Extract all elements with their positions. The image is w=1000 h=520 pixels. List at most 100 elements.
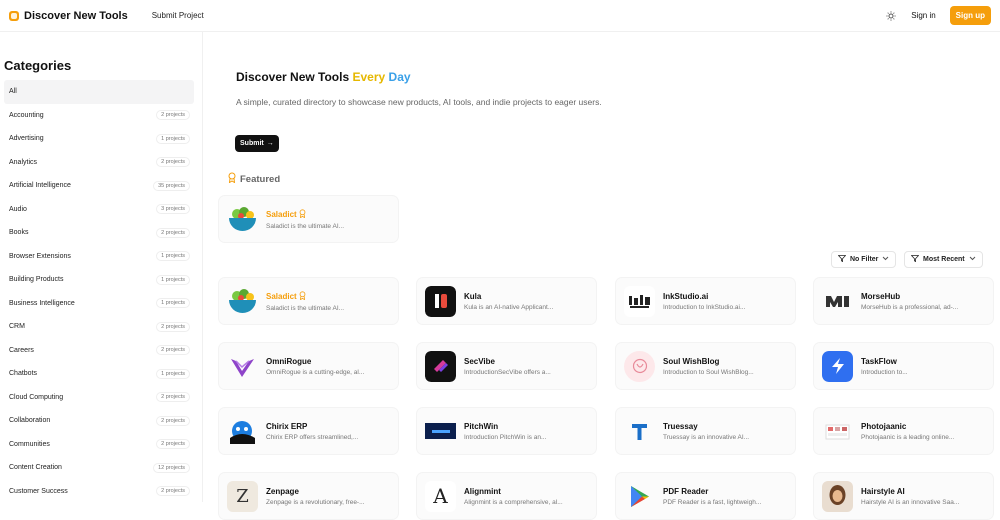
sidebar-item-count: 2 projects bbox=[156, 110, 190, 121]
tool-card[interactable]: MorseHub MorseHub is a professional, ad-.… bbox=[813, 277, 994, 325]
top-navbar: Discover New Tools Submit Project Sign i… bbox=[0, 0, 1000, 32]
sort-dropdown[interactable]: Most Recent bbox=[904, 251, 983, 268]
brand[interactable]: Discover New Tools bbox=[9, 10, 128, 22]
featured-heading: Featured bbox=[228, 172, 280, 186]
hero-title-day: Day bbox=[388, 70, 411, 84]
tool-card[interactable]: PDF Reader PDF Reader is a fast, lightwei… bbox=[615, 472, 796, 520]
filter-icon bbox=[837, 255, 847, 264]
tool-card-desc: Introduction to Soul WishBlog... bbox=[663, 368, 754, 376]
tool-card-desc: Zenpage is a revolutionary, free-... bbox=[266, 498, 365, 506]
sidebar-item-label: Books bbox=[9, 229, 29, 237]
sidebar-item[interactable]: Chatbots 1 projects bbox=[4, 362, 194, 386]
tool-card[interactable]: Saladict Saladict is the ultimate AI... bbox=[218, 277, 399, 325]
sort-icon bbox=[910, 255, 920, 264]
tool-card[interactable]: TaskFlow Introduction to... bbox=[813, 342, 994, 390]
sidebar-item[interactable]: Analytics 2 projects bbox=[4, 151, 194, 175]
sidebar-item-count: 2 projects bbox=[156, 392, 190, 403]
award-icon bbox=[228, 172, 236, 186]
tool-card-title-text: InkStudio.ai bbox=[663, 291, 709, 301]
sidebar-item-label: Browser Extensions bbox=[9, 252, 71, 260]
tool-card-title-text: OmniRogue bbox=[266, 356, 312, 366]
sidebar-item[interactable]: Communities 2 projects bbox=[4, 433, 194, 457]
featured-card-saladict[interactable]: Saladict Saladict is the ultimate AI... bbox=[218, 195, 399, 243]
tool-card-desc: PDF Reader is a fast, lightweigh... bbox=[663, 498, 762, 506]
tool-card[interactable]: Photojaanic Photojaanic is a leading onli… bbox=[813, 407, 994, 455]
zenpage-logo-icon: Z bbox=[227, 480, 258, 512]
tool-card[interactable]: Kula Kula is an AI-native Applicant... bbox=[416, 277, 597, 325]
tool-card[interactable]: A Alignmint Alignmint is a comprehensive, … bbox=[416, 472, 597, 520]
tool-card[interactable]: SecVibe IntroductionSecVibe offers a... bbox=[416, 342, 597, 390]
sidebar-item[interactable]: Advertising 1 projects bbox=[4, 127, 194, 151]
sidebar-item[interactable]: Browser Extensions 1 projects bbox=[4, 245, 194, 269]
tool-card-title: Chirix ERP bbox=[266, 422, 358, 431]
sidebar-item-label: CRM bbox=[9, 323, 25, 331]
sidebar-item-count: 3 projects bbox=[156, 204, 190, 215]
sidebar-item-count: 2 projects bbox=[156, 415, 190, 426]
tool-card[interactable]: Hairstyle AI Hairstyle AI is an innovativ… bbox=[813, 472, 994, 520]
sidebar-item-label: Content Creation bbox=[9, 464, 62, 472]
sign-up-button[interactable]: Sign up bbox=[949, 6, 991, 25]
tool-card[interactable]: OmniRogue OmniRogue is a cutting-edge, al… bbox=[218, 342, 399, 390]
sidebar-item[interactable]: Accounting 2 projects bbox=[4, 104, 194, 128]
sidebar-item[interactable]: Customer Success 2 projects bbox=[4, 480, 194, 503]
tool-card-title: Alignmint bbox=[464, 487, 563, 496]
sidebar-item-label: Accounting bbox=[9, 111, 44, 119]
hairstyle-logo-icon bbox=[822, 480, 853, 512]
sidebar-item-label: Business Intelligence bbox=[9, 299, 75, 307]
alignmint-logo-icon: A bbox=[425, 480, 456, 512]
tool-card-title: Hairstyle AI bbox=[861, 487, 959, 496]
sidebar-item[interactable]: CRM 2 projects bbox=[4, 315, 194, 339]
sidebar-item[interactable]: Business Intelligence 1 projects bbox=[4, 292, 194, 316]
tool-card-title-text: Truessay bbox=[663, 421, 698, 431]
sidebar-item-label: Chatbots bbox=[9, 370, 38, 378]
sidebar-item-count: 1 projects bbox=[156, 368, 190, 379]
filter-dropdown[interactable]: No Filter bbox=[831, 251, 897, 268]
hero-description: A simple, curated directory to showcase … bbox=[236, 97, 602, 107]
sidebar-item-count: 2 projects bbox=[156, 157, 190, 168]
sidebar-item[interactable]: Audio 3 projects bbox=[4, 198, 194, 222]
award-icon bbox=[299, 290, 306, 302]
sidebar-item-count: 12 projects bbox=[153, 462, 190, 473]
chirix-logo-icon bbox=[227, 416, 258, 447]
sidebar-item[interactable]: Collaboration 2 projects bbox=[4, 409, 194, 433]
hero-title-every: Every bbox=[352, 70, 386, 84]
tool-card[interactable]: PitchWin Introduction PitchWin is an... bbox=[416, 407, 597, 455]
tool-card-desc: Saladict is the ultimate AI... bbox=[266, 304, 345, 312]
photojaanic-logo-icon bbox=[822, 416, 853, 447]
inkstudio-logo-icon bbox=[624, 285, 655, 317]
submit-button[interactable]: Submit → bbox=[235, 135, 279, 152]
salad-bowl-icon bbox=[227, 204, 258, 235]
theme-toggle-sun-icon[interactable] bbox=[885, 10, 897, 22]
tool-card-title: MorseHub bbox=[861, 292, 958, 301]
tool-card-title-text: Soul WishBlog bbox=[663, 356, 720, 366]
sidebar-item[interactable]: Cloud Computing 2 projects bbox=[4, 386, 194, 410]
sidebar-item[interactable]: Careers 2 projects bbox=[4, 339, 194, 363]
secvibe-logo-icon bbox=[425, 350, 456, 382]
sign-in-link[interactable]: Sign in bbox=[911, 11, 935, 20]
sidebar-item[interactable]: Books 2 projects bbox=[4, 221, 194, 245]
tool-card[interactable]: Soul WishBlog Introduction to Soul WishBl… bbox=[615, 342, 796, 390]
tool-card-title: TaskFlow bbox=[861, 357, 908, 366]
sidebar-item[interactable]: Building Products 1 projects bbox=[4, 268, 194, 292]
sidebar-item-count: 1 projects bbox=[156, 298, 190, 309]
sidebar-item[interactable]: All bbox=[4, 80, 194, 104]
categories-title: Categories bbox=[4, 58, 72, 73]
tool-card-title: PitchWin bbox=[464, 422, 546, 431]
tool-card-desc: Photojaanic is a leading online... bbox=[861, 433, 955, 441]
categories-sidebar: Categories All Accounting 2 projects Advert… bbox=[0, 32, 203, 502]
tool-card-title: InkStudio.ai bbox=[663, 292, 745, 301]
tool-card-desc: Introduction PitchWin is an... bbox=[464, 433, 547, 441]
tool-card[interactable]: InkStudio.ai Introduction to InkStudio.ai… bbox=[615, 277, 796, 325]
sidebar-item-label: Communities bbox=[9, 440, 50, 448]
sidebar-item[interactable]: Artificial Intelligence 35 projects bbox=[4, 174, 194, 198]
tool-card[interactable]: Z Zenpage Zenpage is a revolutionary, free… bbox=[218, 472, 399, 520]
sidebar-item-label: Cloud Computing bbox=[9, 393, 64, 401]
morsehub-logo-icon bbox=[822, 286, 853, 317]
submit-project-link[interactable]: Submit Project bbox=[152, 11, 204, 20]
tool-card-title: Kula bbox=[464, 292, 553, 301]
tool-card[interactable]: Chirix ERP Chirix ERP offers streamlined,… bbox=[218, 407, 399, 455]
tool-card[interactable]: Truessay Truessay is an innovative AI... bbox=[615, 407, 796, 455]
sidebar-item[interactable]: Content Creation 12 projects bbox=[4, 456, 194, 480]
tool-card-desc: OmniRogue is a cutting-edge, al... bbox=[266, 368, 365, 376]
tool-card-title: PDF Reader bbox=[663, 487, 761, 496]
